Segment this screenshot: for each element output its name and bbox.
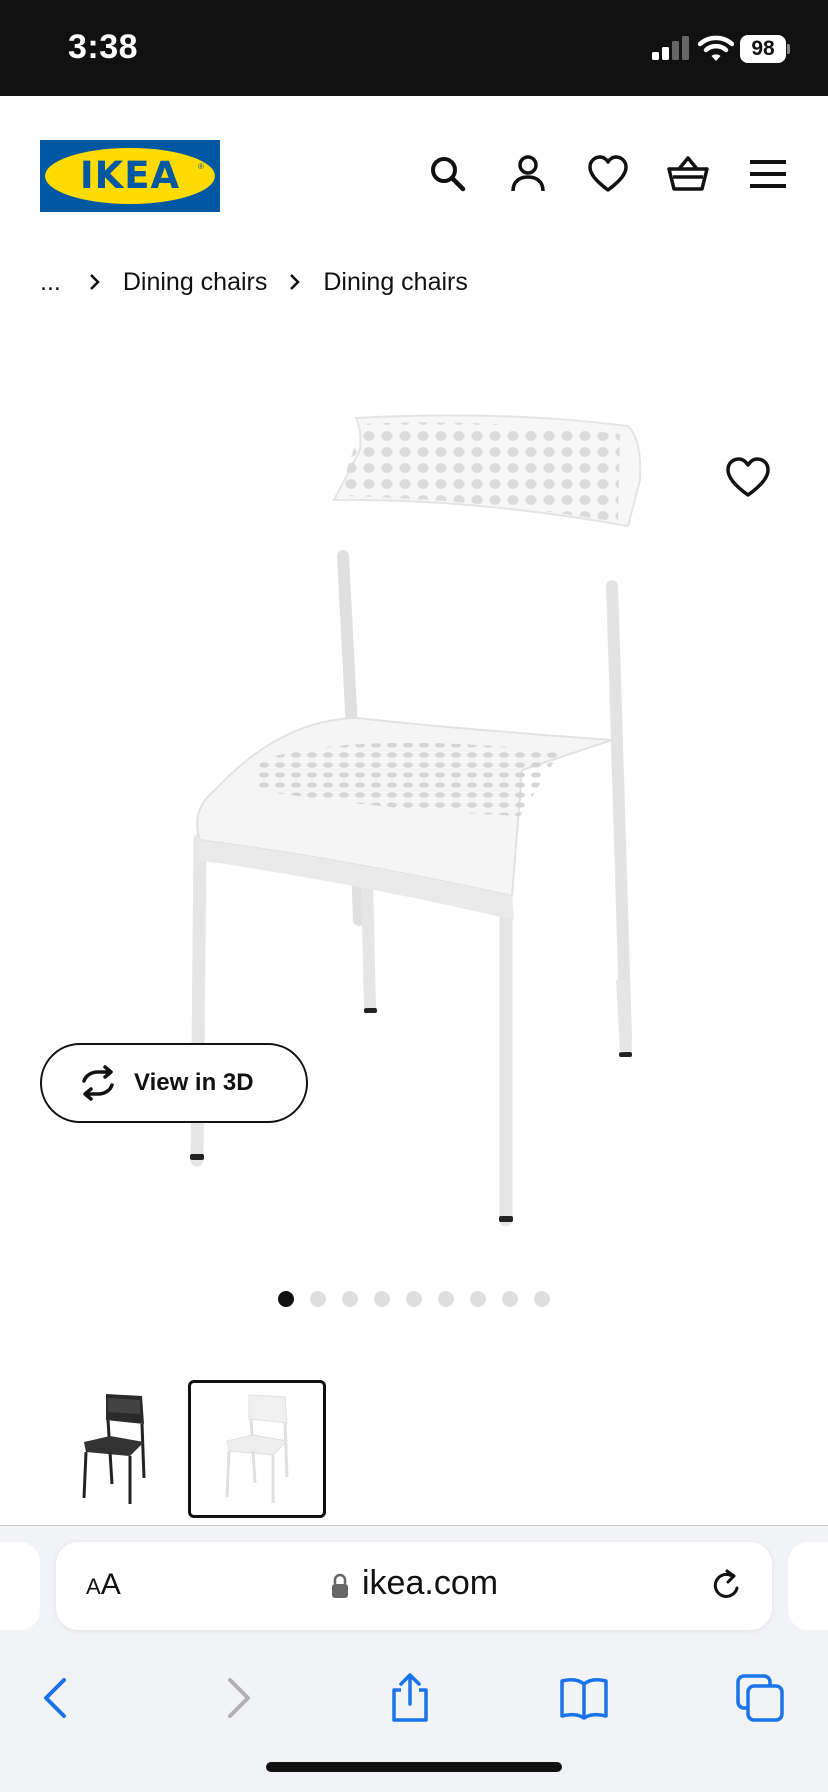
reload-icon[interactable] — [706, 1566, 746, 1606]
basket-icon[interactable] — [666, 152, 710, 196]
carousel-dot[interactable] — [438, 1291, 454, 1307]
battery-level: 98 — [740, 35, 786, 63]
view-in-3d-label: View in 3D — [134, 1069, 254, 1096]
bookmarks-button[interactable] — [558, 1672, 610, 1724]
carousel-dot[interactable] — [470, 1291, 486, 1307]
carousel-dot[interactable] — [374, 1291, 390, 1307]
forward-button[interactable] — [210, 1672, 262, 1724]
ikea-logo[interactable]: IKEA ® — [40, 140, 220, 212]
browser-toolbar: AA ikea.com — [0, 1525, 828, 1792]
status-time: 3:38 — [68, 28, 139, 66]
home-indicator — [266, 1762, 562, 1772]
address-bar[interactable]: AA ikea.com — [56, 1542, 772, 1630]
page-settings-button[interactable]: AA — [86, 1568, 121, 1602]
battery-indicator: 98 — [740, 35, 790, 63]
search-icon[interactable] — [426, 152, 470, 196]
share-icon — [392, 1673, 428, 1722]
white-chair-thumbnail-image — [225, 1394, 289, 1503]
carousel-dot[interactable] — [406, 1291, 422, 1307]
carousel-dot[interactable] — [502, 1291, 518, 1307]
site-header: IKEA ® — [0, 96, 828, 256]
chevron-right-icon — [89, 274, 100, 290]
thumbnail-black-chair[interactable] — [44, 1380, 182, 1518]
logo-registered-mark: ® — [198, 162, 204, 171]
book-icon — [560, 1678, 608, 1720]
tabs-icon — [736, 1674, 784, 1722]
aa-large: A — [100, 1568, 121, 1601]
chevron-right-icon — [228, 1678, 250, 1718]
account-icon[interactable] — [506, 152, 550, 196]
carousel-dot-active[interactable] — [278, 1291, 294, 1307]
aa-small: A — [86, 1574, 101, 1599]
thumbnail-white-chair-selected[interactable] — [188, 1380, 326, 1518]
breadcrumb-item[interactable]: Dining chairs — [323, 268, 468, 297]
lock-icon — [332, 1573, 348, 1598]
url-text: ikea.com — [362, 1564, 499, 1602]
chevron-left-icon — [44, 1678, 66, 1718]
wifi-icon — [698, 35, 734, 61]
rotate-3d-icon — [82, 1065, 114, 1101]
heart-icon — [726, 457, 770, 497]
breadcrumb-ellipsis[interactable]: ... — [40, 268, 61, 297]
breadcrumb: ... Dining chairs Dining chairs — [40, 264, 468, 300]
carousel-dots — [278, 1291, 566, 1307]
black-chair-image — [82, 1394, 146, 1504]
menu-icon[interactable] — [746, 152, 790, 196]
cellular-signal-icon — [652, 36, 689, 60]
tabs-button[interactable] — [734, 1672, 786, 1724]
status-bar: 3:38 98 — [0, 0, 828, 96]
product-image[interactable] — [0, 380, 828, 1260]
logo-text: IKEA — [79, 154, 181, 197]
carousel-dot[interactable] — [342, 1291, 358, 1307]
battery-tip — [787, 44, 790, 54]
share-button[interactable] — [384, 1672, 436, 1724]
chevron-right-icon — [290, 274, 301, 290]
add-to-favourites-button[interactable] — [722, 452, 774, 504]
heart-icon[interactable] — [586, 152, 630, 196]
carousel-dot[interactable] — [310, 1291, 326, 1307]
previous-tab-preview[interactable] — [0, 1542, 40, 1630]
view-in-3d-button[interactable]: View in 3D — [40, 1043, 308, 1123]
back-button[interactable] — [32, 1672, 84, 1724]
next-tab-preview[interactable] — [788, 1542, 828, 1630]
white-chair-image — [190, 414, 642, 1227]
breadcrumb-item[interactable]: Dining chairs — [123, 268, 268, 297]
carousel-dot[interactable] — [534, 1291, 550, 1307]
